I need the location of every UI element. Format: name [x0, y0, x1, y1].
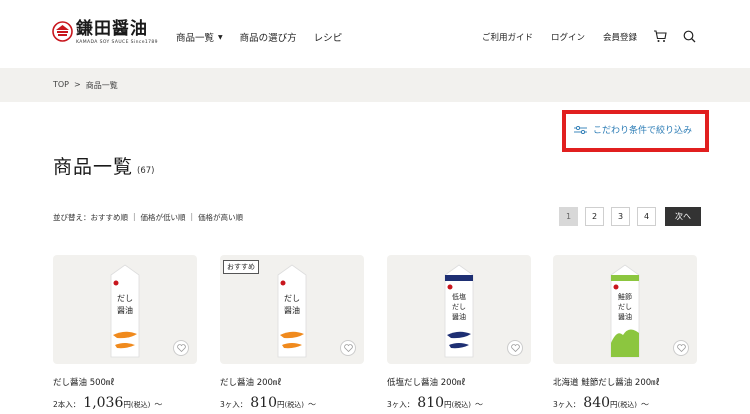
sort-divider: |	[190, 212, 194, 221]
price-quantity: 3ヶ入：	[387, 400, 415, 409]
price-tilde: 〜	[154, 400, 163, 409]
product-name[interactable]: だし醤油 200㎖	[220, 376, 281, 388]
product-count: (67)	[137, 166, 155, 176]
svg-text:醤油: 醤油	[618, 312, 632, 321]
product-name[interactable]: 低塩だし醤油 200㎖	[387, 376, 465, 388]
price-quantity: 3ヶ入：	[553, 400, 581, 409]
main-nav: 商品一覧 ▼ 商品の選び方 レシピ	[176, 30, 359, 44]
logo-mark-icon	[52, 21, 73, 42]
sort-recommended[interactable]: おすすめ順	[91, 212, 129, 223]
product-image: だし 醤油	[110, 264, 140, 358]
page-2-button[interactable]: 2	[585, 207, 604, 226]
nav-login[interactable]: ログイン	[551, 31, 585, 43]
svg-text:鮭節: 鮭節	[618, 292, 632, 301]
product-card[interactable]: だし 醤油	[53, 255, 197, 364]
svg-text:低塩: 低塩	[452, 292, 466, 301]
product-image: だし 醤油	[277, 264, 307, 358]
pagination: 1 2 3 4 次へ	[559, 207, 701, 226]
page-title-text: 商品一覧	[53, 156, 134, 178]
svg-text:だし: だし	[618, 303, 632, 311]
sort-prefix: 並び替え：	[53, 213, 91, 222]
sort-price-low[interactable]: 価格が低い順	[141, 212, 186, 223]
price-tax: (税込)	[130, 401, 151, 409]
product-card[interactable]: おすすめ だし 醤油	[220, 255, 364, 364]
price-tilde: 〜	[474, 400, 483, 409]
price-tilde: 〜	[640, 400, 649, 409]
heart-icon[interactable]	[173, 340, 189, 356]
breadcrumb-home[interactable]: TOP	[53, 80, 69, 91]
breadcrumb-bar: TOP > 商品一覧	[0, 68, 750, 102]
price-tilde: 〜	[307, 400, 316, 409]
heart-icon[interactable]	[340, 340, 356, 356]
nav-products-label: 商品一覧	[176, 33, 215, 44]
cart-icon[interactable]	[653, 30, 667, 43]
price-value: 810	[250, 395, 278, 411]
sort-options: 並び替え： おすすめ順 | 価格が低い順 | 価格が高い順	[53, 212, 243, 223]
price-tax: (税込)	[284, 401, 304, 409]
logo-tagline: KAMADA SOY SAUCE Since1789	[76, 40, 158, 45]
svg-text:だし: だし	[284, 294, 300, 303]
logo-name: 鎌田醤油	[76, 19, 148, 39]
price-unit: 円	[444, 400, 452, 409]
product-card[interactable]: 低塩 だし 醤油	[387, 255, 531, 364]
price-value: 1,036	[83, 395, 124, 411]
product-price: 3ヶ入： 840 円 (税込) 〜	[553, 395, 649, 411]
caret-down-icon: ▼	[218, 33, 223, 41]
product-name[interactable]: 北海道 鮭節だし醤油 200㎖	[553, 376, 660, 388]
filter-button[interactable]: こだわり条件で絞り込み	[574, 123, 692, 136]
sort-price-high[interactable]: 価格が高い順	[198, 212, 243, 223]
nav-guide[interactable]: ご利用ガイド	[482, 31, 533, 43]
price-unit: 円	[610, 400, 618, 409]
page-3-button[interactable]: 3	[611, 207, 630, 226]
heart-icon[interactable]	[507, 340, 523, 356]
product-price: 2本入： 1,036 円 (税込) 〜	[53, 395, 162, 411]
price-quantity: 3ヶ入：	[220, 400, 248, 409]
site-logo[interactable]: 鎌田醤油 KAMADA SOY SAUCE Since1789	[52, 20, 158, 45]
price-unit: 円	[123, 400, 131, 409]
price-unit: 円	[277, 400, 285, 409]
search-icon[interactable]	[683, 30, 696, 43]
product-image: 鮭節 だし 醤油	[610, 264, 640, 358]
nav-how-to-choose[interactable]: 商品の選び方	[240, 30, 297, 44]
nav-recipes[interactable]: レシピ	[314, 30, 343, 44]
price-value: 810	[417, 395, 445, 411]
next-page-button[interactable]: 次へ	[665, 207, 701, 226]
recommended-badge: おすすめ	[223, 260, 259, 274]
product-image: 低塩 だし 醤油	[444, 264, 474, 358]
price-value: 840	[583, 395, 611, 411]
product-name[interactable]: だし醤油 500㎖	[53, 376, 114, 388]
utility-nav: ご利用ガイド ログイン 会員登録	[464, 30, 696, 43]
site-header: 鎌田醤油 KAMADA SOY SAUCE Since1789 商品一覧 ▼ 商…	[0, 0, 750, 68]
svg-text:醤油: 醤油	[284, 305, 300, 315]
nav-register[interactable]: 会員登録	[603, 31, 637, 43]
nav-products[interactable]: 商品一覧 ▼	[176, 30, 223, 44]
page-4-button[interactable]: 4	[637, 207, 656, 226]
sort-divider: |	[133, 212, 136, 221]
heart-icon[interactable]	[673, 340, 689, 356]
page-1-button[interactable]: 1	[559, 207, 578, 226]
svg-text:だし: だし	[117, 294, 133, 303]
page-title: 商品一覧 (67)	[53, 152, 154, 179]
svg-text:醤油: 醤油	[117, 305, 133, 315]
price-tax: (税込)	[617, 401, 637, 409]
product-card[interactable]: 鮭節 だし 醤油	[553, 255, 697, 364]
price-quantity: 2本入：	[53, 400, 81, 409]
filter-label: こだわり条件で絞り込み	[593, 126, 693, 136]
filter-icon	[574, 125, 587, 134]
breadcrumb-current: 商品一覧	[85, 81, 118, 90]
svg-text:だし: だし	[452, 303, 466, 311]
price-tax: (税込)	[451, 401, 471, 409]
product-price: 3ヶ入： 810 円 (税込) 〜	[220, 395, 316, 411]
breadcrumb-separator: >	[74, 80, 81, 89]
product-price: 3ヶ入： 810 円 (税込) 〜	[387, 395, 483, 411]
svg-text:醤油: 醤油	[452, 312, 466, 321]
breadcrumb: TOP > 商品一覧	[53, 80, 118, 91]
